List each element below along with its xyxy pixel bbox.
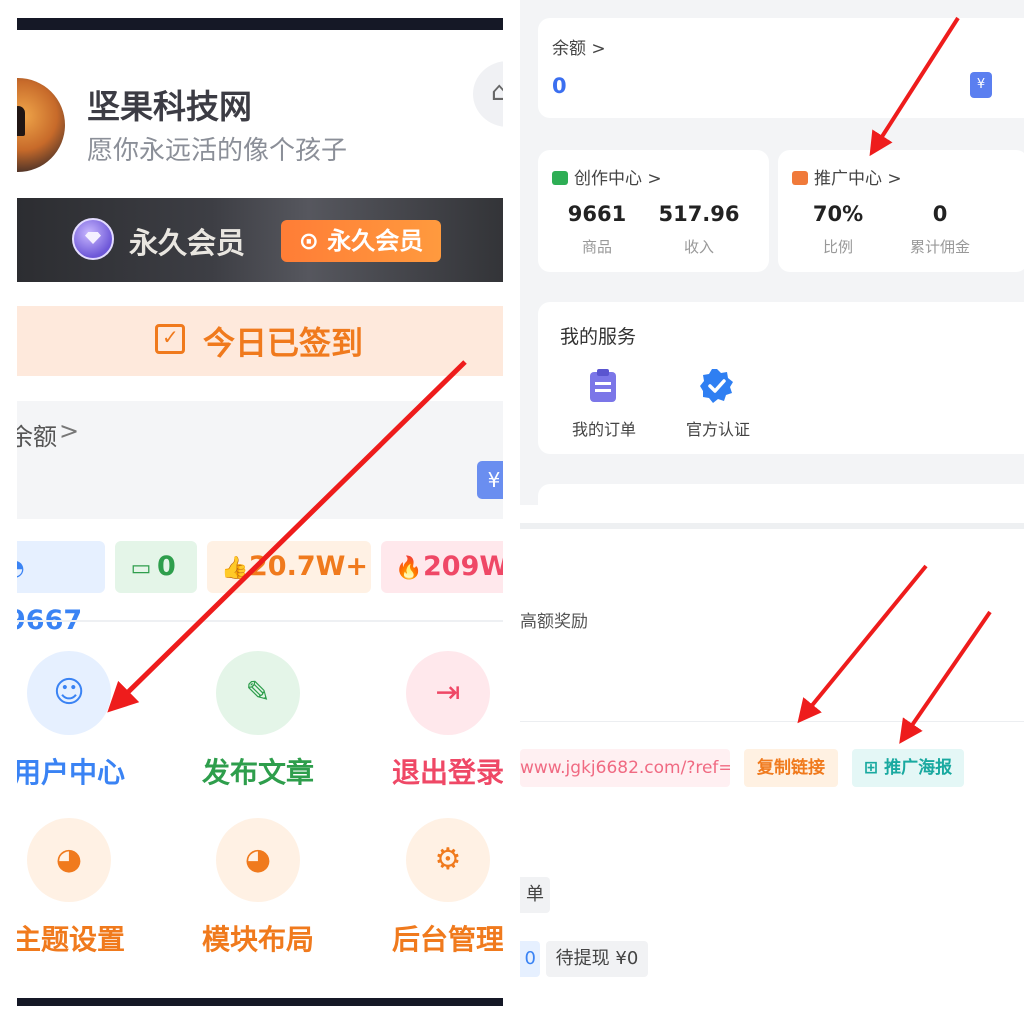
- gear-icon: ⚙: [406, 818, 490, 902]
- wallet-icon: ¥: [477, 461, 503, 499]
- bell-icon: ⌂: [491, 77, 503, 107]
- promotion-panel: 高额奖励 www.jgkj6682.com/?ref=1 复制链接 ⊞ 推广海报…: [520, 523, 1024, 1024]
- publish-article-button[interactable]: ✎ 发布文章: [178, 651, 338, 801]
- services-title: 我的服务: [560, 326, 637, 348]
- top-status-bar: [17, 18, 503, 30]
- grid-label: 模块布局: [201, 923, 314, 956]
- edit-icon: ✎: [216, 651, 300, 735]
- verified-badge-icon: [700, 369, 733, 403]
- notification-button[interactable]: ⌂: [473, 61, 503, 127]
- grid-label: 主题设置: [17, 923, 125, 956]
- thumbs-up-icon: 👍: [221, 556, 249, 581]
- divider: [520, 721, 1024, 722]
- signin-button[interactable]: 今日已签到: [17, 306, 503, 376]
- article-icon: ◔: [17, 543, 27, 595]
- referral-link[interactable]: www.jgkj6682.com/?ref=1: [520, 749, 730, 787]
- avatar[interactable]: [17, 78, 65, 172]
- creation-center-title: 创作中心 >: [552, 164, 662, 189]
- logout-icon: ⇥: [406, 651, 490, 735]
- stat-value: 0: [157, 551, 176, 582]
- stat-value: 20.7W+: [249, 551, 369, 582]
- grid-label: 后台管理: [391, 923, 503, 956]
- reward-text: 高额奖励: [520, 612, 588, 632]
- pie-chart-icon: ◕: [216, 818, 300, 902]
- balance-label: 余额 >: [552, 39, 606, 59]
- promotion-center-card[interactable]: 推广中心 > 70% 比例 0 累计佣金: [778, 150, 1024, 272]
- user-center-icon: ☺: [27, 651, 111, 735]
- wallet-icon: ¥: [970, 72, 992, 98]
- admin-panel-button[interactable]: ⚙ 后台管理: [368, 818, 503, 968]
- theme-settings-button[interactable]: ◕ 主题设置: [17, 818, 149, 968]
- grid-label: 用户中心: [17, 756, 125, 789]
- balance-value: 0: [552, 74, 567, 98]
- fire-icon: 🔥: [395, 556, 423, 581]
- balance-card[interactable]: 余额 > 0 ¥: [538, 18, 1024, 118]
- promotion-center-title: 推广中心 >: [792, 164, 902, 189]
- blue-tab[interactable]: 0: [520, 941, 540, 977]
- signin-label: 今日已签到: [203, 324, 364, 362]
- balance-label: 余额: [17, 423, 57, 451]
- clipboard-icon: [590, 369, 616, 402]
- vip-banner[interactable]: 永久会员 ⊙ 永久会员: [17, 198, 503, 282]
- moneybag-icon: [792, 171, 808, 185]
- goods-label: 商品: [581, 238, 612, 256]
- stat-comments[interactable]: ▭ 0: [115, 541, 197, 593]
- diamond-icon: [72, 218, 114, 260]
- my-orders-label: 我的订单: [571, 420, 636, 439]
- stat-articles[interactable]: ◔9667: [17, 541, 105, 636]
- next-card: [538, 484, 1024, 505]
- mobile-user-panel: 坚果科技网 愿你永远活的像个孩子 ⌂ 永久会员 ⊙ 永久会员 今日已签到 余额 …: [17, 18, 503, 1006]
- vip-badge[interactable]: ⊙ 永久会员: [281, 220, 441, 262]
- grid-label: 退出登录: [391, 756, 503, 789]
- order-tab[interactable]: 单: [520, 877, 550, 913]
- stat-value: 209W: [423, 551, 503, 582]
- user-motto: 愿你永远活的像个孩子: [87, 136, 348, 166]
- site-name: 坚果科技网: [87, 87, 252, 126]
- ratio-value: 70%: [812, 202, 864, 226]
- user-center-button[interactable]: ☺ 用户中心: [17, 651, 149, 801]
- commission-label: 累计佣金: [909, 238, 970, 256]
- income-value: 517.96: [658, 202, 740, 226]
- promo-poster-button[interactable]: ⊞ 推广海报: [852, 749, 964, 787]
- stat-views[interactable]: 🔥209W: [381, 541, 503, 593]
- grid-label: 发布文章: [201, 756, 314, 789]
- comment-icon: ▭: [130, 556, 152, 581]
- goods-count: 9661: [567, 202, 627, 226]
- divider: [520, 523, 1024, 529]
- creation-center-card[interactable]: 创作中心 > 9661 商品 517.96 收入: [538, 150, 769, 272]
- vip-label: 永久会员: [129, 226, 246, 260]
- user-center-overview: 余额 > 0 ¥ 创作中心 > 9661 商品 517.96 收入 推广中心 >…: [520, 0, 1024, 505]
- income-label: 收入: [683, 238, 714, 256]
- ratio-label: 比例: [822, 238, 853, 256]
- module-layout-button[interactable]: ◕ 模块布局: [178, 818, 338, 968]
- logout-button[interactable]: ⇥ 退出登录: [368, 651, 503, 801]
- divider: [17, 620, 503, 622]
- stat-likes[interactable]: 👍20.7W+: [207, 541, 371, 593]
- copy-link-button[interactable]: 复制链接: [744, 749, 838, 787]
- calendar-check-icon: [155, 324, 185, 354]
- balance-card[interactable]: 余额 > ¥: [17, 401, 503, 519]
- palette-icon: ◕: [27, 818, 111, 902]
- bottom-bar: [17, 998, 503, 1006]
- shop-icon: [552, 171, 568, 185]
- official-cert-label: 官方认证: [685, 420, 750, 439]
- commission-value: 0: [932, 202, 948, 226]
- pending-withdraw-tab[interactable]: 待提现 ¥0: [546, 941, 648, 977]
- my-services-card: 我的服务 我的订单 官方认证: [538, 302, 1024, 454]
- chevron-right-icon: >: [59, 417, 80, 445]
